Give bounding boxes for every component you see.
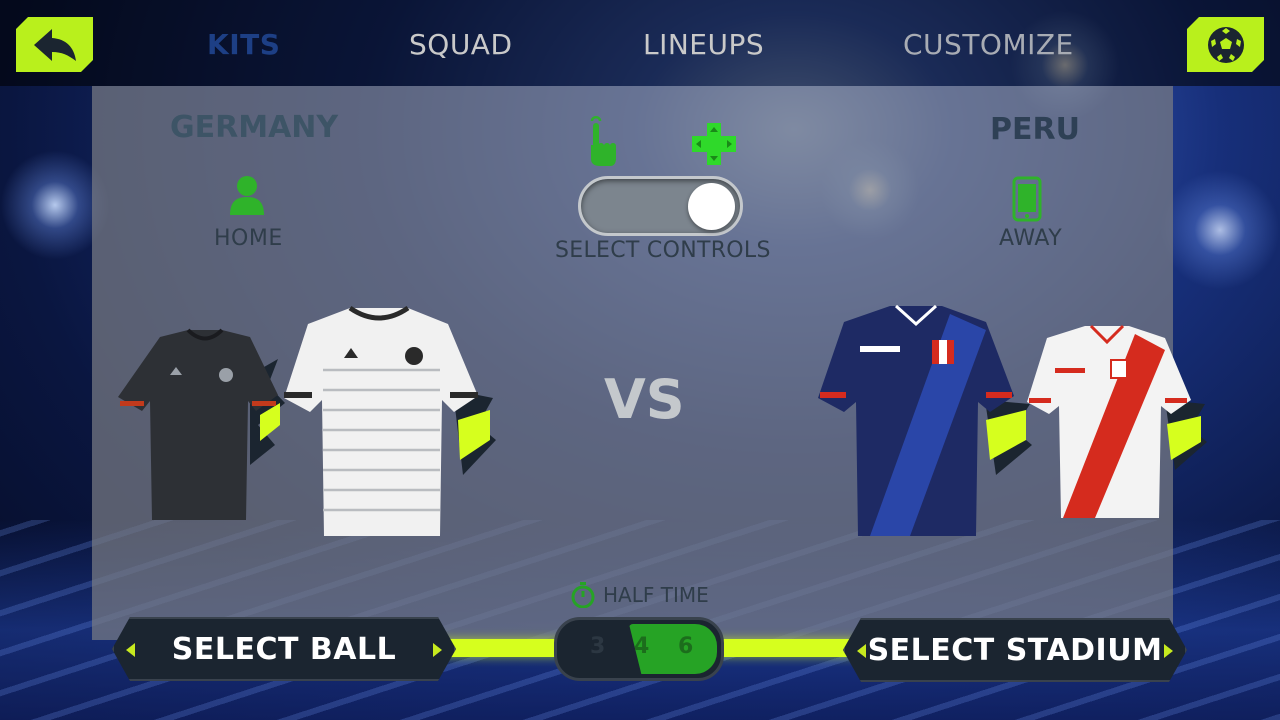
stadium-light	[1160, 170, 1280, 290]
top-bar	[0, 0, 1280, 86]
select-stadium-button[interactable]: SELECT STADIUM	[843, 618, 1187, 682]
half-time-option[interactable]: 3	[590, 634, 605, 659]
versus-text: VS	[604, 368, 685, 431]
select-stadium-label: SELECT STADIUM	[867, 632, 1163, 668]
controls-toggle[interactable]	[578, 176, 743, 236]
tab-customize[interactable]: CUSTOMIZE	[903, 28, 1074, 61]
tab-kits[interactable]: KITS	[207, 28, 280, 61]
away-team-name: PERU	[990, 112, 1080, 147]
person-icon	[230, 176, 264, 215]
back-arrow-icon	[30, 27, 80, 63]
away-label: AWAY	[999, 226, 1063, 251]
half-time-selector[interactable]: 3 4 6	[554, 617, 724, 681]
arrow-right-icon[interactable]	[1164, 644, 1173, 658]
back-button[interactable]	[16, 17, 93, 72]
half-time-label: HALF TIME	[603, 583, 709, 607]
half-time-header: HALF TIME	[571, 582, 709, 608]
select-ball-button[interactable]: SELECT BALL	[112, 617, 456, 681]
select-ball-label: SELECT BALL	[171, 631, 397, 667]
tap-icon[interactable]	[586, 115, 618, 167]
home-team-name: GERMANY	[170, 110, 339, 145]
arrow-left-icon[interactable]	[126, 643, 135, 657]
arrow-left-icon[interactable]	[857, 644, 866, 658]
half-time-option[interactable]: 4	[634, 634, 649, 659]
peru-away-kit[interactable]	[800, 300, 1040, 550]
germany-away-kit[interactable]	[100, 315, 290, 545]
stopwatch-icon	[571, 582, 595, 608]
ball-menu-button[interactable]	[1187, 17, 1264, 72]
select-controls-label: SELECT CONTROLS	[555, 238, 771, 263]
half-time-option[interactable]: 6	[678, 634, 693, 659]
toggle-knob[interactable]	[688, 183, 735, 230]
phone-icon	[1012, 176, 1042, 222]
peru-home-kit[interactable]	[1015, 320, 1210, 535]
dpad-icon[interactable]	[691, 122, 737, 166]
home-label: HOME	[214, 226, 283, 251]
soccer-ball-icon	[1206, 25, 1246, 65]
tab-lineups[interactable]: LINEUPS	[643, 28, 764, 61]
arrow-right-icon[interactable]	[433, 643, 442, 657]
germany-home-kit[interactable]	[268, 300, 503, 550]
tab-squad[interactable]: SQUAD	[409, 28, 513, 61]
